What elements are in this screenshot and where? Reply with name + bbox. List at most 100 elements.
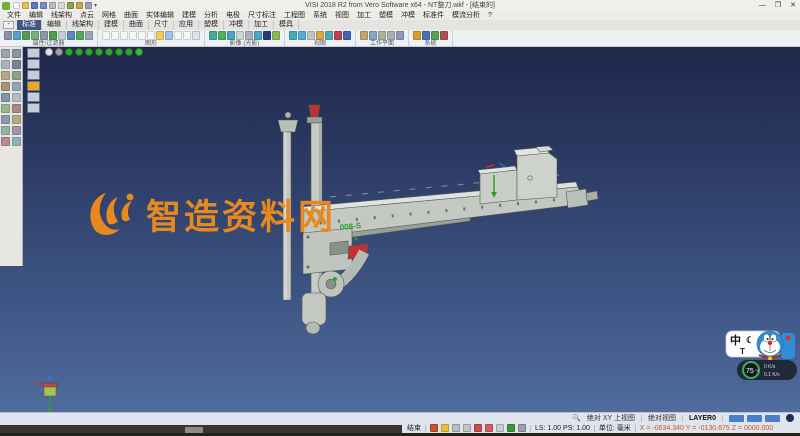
ribbon-tool-icon[interactable] — [378, 31, 386, 40]
ribbon-tool-icon[interactable] — [369, 31, 377, 40]
ribbon-tool-icon[interactable] — [49, 31, 57, 40]
quick-access-caret-icon[interactable]: ▾ — [94, 2, 97, 9]
palette-tool-icon[interactable] — [12, 60, 21, 69]
status-tool-icon[interactable] — [452, 424, 460, 432]
ribbon-tool-icon[interactable] — [236, 31, 244, 40]
filter-icon[interactable] — [27, 59, 40, 69]
end-command-label[interactable]: 结束 — [407, 423, 421, 433]
ribbon-tool-icon[interactable] — [413, 31, 421, 40]
tab-collapse-button[interactable]: - — [3, 21, 14, 29]
filter-icon[interactable] — [27, 92, 40, 102]
ribbon-tab[interactable]: 应用 — [174, 20, 199, 30]
ribbon-tab[interactable]: 尺寸 — [149, 20, 174, 30]
ribbon-tool-icon[interactable] — [147, 31, 155, 40]
ribbon-tool-icon[interactable] — [218, 31, 226, 40]
palette-tool-icon[interactable] — [12, 82, 21, 91]
snap-icon[interactable] — [95, 48, 103, 56]
palette-tool-icon[interactable] — [12, 104, 21, 113]
ribbon-tool-icon[interactable] — [325, 31, 333, 40]
ribbon-tool-icon[interactable] — [289, 31, 297, 40]
net-speed-widget[interactable]: 75 % 0 K/s 0.1 K/s — [737, 360, 797, 380]
3d-viewport[interactable]: 008-S 智造资料网 — [0, 47, 800, 412]
ribbon-tool-icon[interactable] — [298, 31, 306, 40]
ribbon-tool-icon[interactable] — [156, 31, 164, 40]
ribbon-tab[interactable]: 线架构 — [67, 20, 99, 30]
ribbon-tool-icon[interactable] — [58, 31, 66, 40]
layer-chip[interactable] — [729, 415, 744, 422]
status-tool-icon[interactable] — [518, 424, 526, 432]
palette-tool-icon[interactable] — [1, 104, 10, 113]
snap-icon[interactable] — [45, 48, 53, 56]
filter-icon[interactable] — [27, 103, 40, 113]
menu-item[interactable]: 工程图 — [280, 11, 309, 20]
palette-tool-icon[interactable] — [12, 115, 21, 124]
ribbon-tool-icon[interactable] — [138, 31, 146, 40]
ribbon-tool-icon[interactable] — [183, 31, 191, 40]
ribbon-tab[interactable]: 模具 — [274, 20, 299, 30]
menu-item[interactable]: 模流分析 — [448, 11, 484, 20]
ribbon-tool-icon[interactable] — [13, 31, 21, 40]
palette-tool-icon[interactable] — [1, 60, 10, 69]
ime-night-mode-icon[interactable]: ☾ — [746, 335, 754, 345]
palette-tool-icon[interactable] — [12, 137, 21, 146]
ribbon-tool-icon[interactable] — [165, 31, 173, 40]
status-tool-icon[interactable] — [496, 424, 504, 432]
filter-icon[interactable] — [27, 48, 40, 58]
menu-item[interactable]: 文件 — [3, 11, 25, 20]
ribbon-tool-icon[interactable] — [31, 31, 39, 40]
menu-item[interactable]: 点云 — [76, 11, 98, 20]
quick-access-icon[interactable] — [49, 2, 56, 9]
ribbon-tool-icon[interactable] — [422, 31, 430, 40]
status-tool-icon[interactable] — [463, 424, 471, 432]
status-tool-icon[interactable] — [507, 424, 515, 432]
layer-chip[interactable] — [765, 415, 780, 422]
quick-access-icon[interactable] — [67, 2, 74, 9]
menu-item[interactable]: 网格 — [98, 11, 120, 20]
status-globe-icon[interactable] — [786, 414, 794, 422]
menu-item[interactable]: 视图 — [331, 11, 353, 20]
ribbon-tab[interactable]: 建模 — [99, 20, 124, 30]
ribbon-tool-icon[interactable] — [102, 31, 110, 40]
command-prompt-area[interactable] — [0, 423, 402, 433]
ribbon-tool-icon[interactable] — [307, 31, 315, 40]
menu-item[interactable]: 塑模 — [375, 11, 397, 20]
ribbon-tool-icon[interactable] — [40, 31, 48, 40]
palette-tool-icon[interactable] — [1, 82, 10, 91]
palette-tool-icon[interactable] — [1, 49, 10, 58]
ribbon-tool-icon[interactable] — [334, 31, 342, 40]
menu-item[interactable]: 系统 — [309, 11, 331, 20]
palette-tool-icon[interactable] — [1, 115, 10, 124]
ribbon-tool-icon[interactable] — [129, 31, 137, 40]
quick-access-icon[interactable] — [76, 2, 83, 9]
menu-item[interactable]: 线架构 — [47, 11, 76, 20]
snap-icon[interactable] — [105, 48, 113, 56]
ribbon-tool-icon[interactable] — [22, 31, 30, 40]
quick-access-icon[interactable] — [22, 2, 29, 9]
menu-item[interactable]: 曲面 — [120, 11, 142, 20]
ribbon-tool-icon[interactable] — [360, 31, 368, 40]
ribbon-tab[interactable]: 曲面 — [124, 20, 149, 30]
menu-item[interactable]: 实体编辑 — [142, 11, 178, 20]
ribbon-tool-icon[interactable] — [254, 31, 262, 40]
ribbon-tool-icon[interactable] — [263, 31, 271, 40]
active-layer-label[interactable]: LAYER0 — [689, 415, 716, 422]
ribbon-tool-icon[interactable] — [245, 31, 253, 40]
snap-icon[interactable] — [65, 48, 73, 56]
palette-tool-icon[interactable] — [12, 93, 21, 102]
menu-item[interactable]: 加工 — [353, 11, 375, 20]
palette-tool-icon[interactable] — [1, 137, 10, 146]
menu-item[interactable]: 分析 — [200, 11, 222, 20]
ribbon-tool-icon[interactable] — [209, 31, 217, 40]
menu-item[interactable]: 编辑 — [25, 11, 47, 20]
maximize-button[interactable]: ❐ — [775, 0, 781, 11]
menu-item[interactable]: 尺寸标注 — [244, 11, 280, 20]
ribbon-tool-icon[interactable] — [67, 31, 75, 40]
ribbon-tool-icon[interactable] — [4, 31, 12, 40]
snap-icon[interactable] — [85, 48, 93, 56]
view-ref-label[interactable]: 绝对视图 — [648, 413, 676, 423]
palette-tool-icon[interactable] — [12, 71, 21, 80]
layer-chip[interactable] — [747, 415, 762, 422]
menu-item[interactable]: ? — [484, 11, 496, 20]
ribbon-tab[interactable]: 塑模 — [199, 20, 224, 30]
quick-access-icon[interactable] — [13, 2, 20, 9]
